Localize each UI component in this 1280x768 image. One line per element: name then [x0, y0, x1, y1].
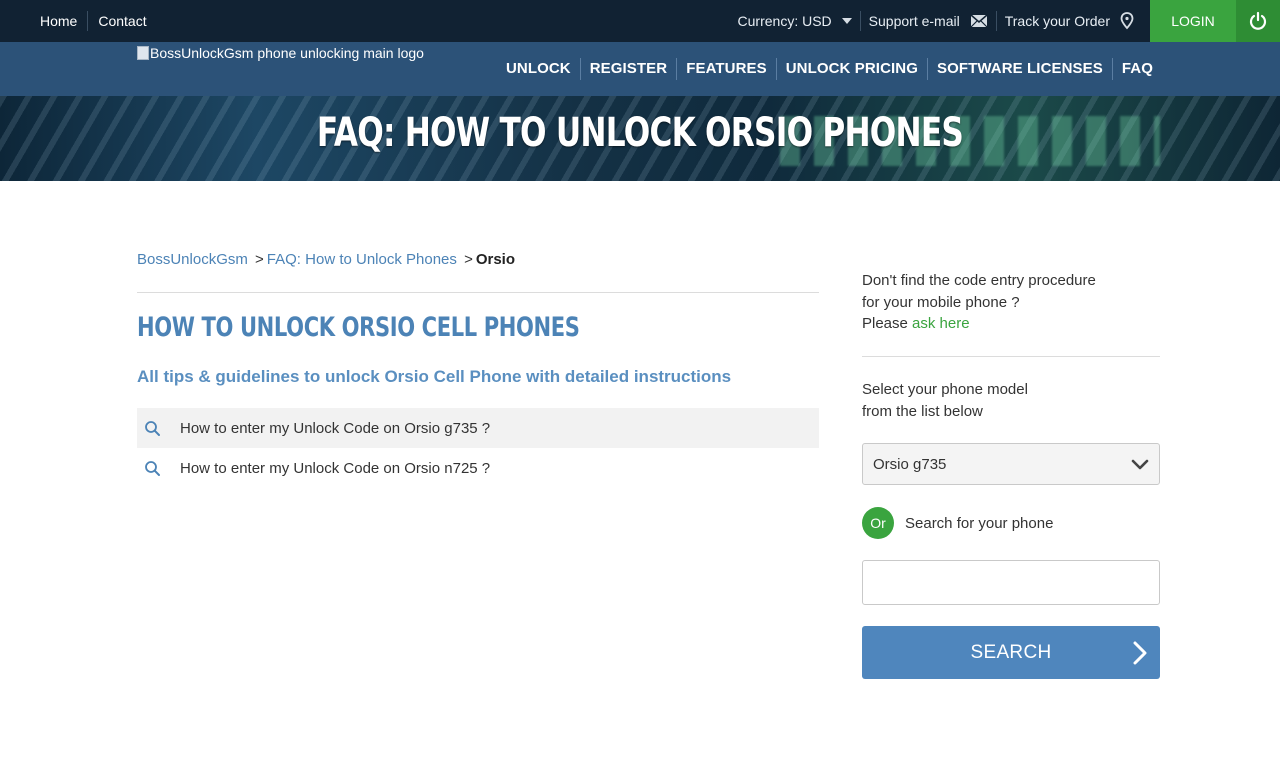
help-text-line: Don't find the code entry procedure — [862, 272, 1096, 289]
help-text-line: Please ask here — [862, 313, 1160, 335]
chevron-down-icon — [1131, 456, 1149, 476]
faq-item-label: How to enter my Unlock Code on Orsio n72… — [180, 459, 491, 477]
contact-link[interactable]: Contact — [87, 11, 156, 31]
select-instructions-line: from the list below — [862, 402, 983, 420]
main-navbar: BossUnlockGsm phone unlocking main logo … — [0, 42, 1280, 96]
breadcrumb-home-link[interactable]: BossUnlockGsm — [137, 251, 248, 268]
ask-here-link[interactable]: ask here — [912, 315, 970, 332]
chevron-right-icon — [1132, 640, 1148, 672]
page-banner: FAQ: HOW TO UNLOCK ORSIO PHONES — [0, 96, 1280, 181]
sidebar: Don't find the code entry procedure for … — [862, 270, 1160, 679]
support-email-link[interactable]: Support e-mail — [859, 11, 996, 31]
search-icon — [137, 460, 180, 477]
breadcrumb-faq-link[interactable]: FAQ: How to Unlock Phones — [267, 251, 457, 268]
search-button[interactable]: SEARCH — [862, 626, 1160, 679]
select-instructions: Select your phone model from the list be… — [862, 379, 1028, 422]
nav-register[interactable]: REGISTER — [579, 58, 676, 80]
nav-unlock[interactable]: UNLOCK — [497, 58, 580, 80]
top-bar-right: Currency: USD Support e-mail Track your … — [730, 0, 1280, 42]
logo-alt-text: BossUnlockGsm phone unlocking main logo — [150, 45, 424, 61]
broken-image-icon — [137, 46, 149, 60]
nav-faq[interactable]: FAQ — [1111, 58, 1162, 80]
faq-list: How to enter my Unlock Code on Orsio g73… — [137, 408, 819, 488]
breadcrumb-separator: > — [464, 251, 473, 268]
support-email-label: Support e-mail — [868, 13, 960, 29]
faq-item-label: How to enter my Unlock Code on Orsio g73… — [180, 419, 491, 437]
nav-software-licenses[interactable]: SOFTWARE LICENSES — [926, 58, 1112, 80]
currency-selector[interactable]: Currency: USD — [730, 11, 860, 31]
breadcrumb-current: Orsio — [475, 251, 516, 268]
breadcrumb-separator: > — [255, 251, 264, 268]
phone-model-selected: Orsio g735 — [873, 455, 947, 473]
nav-unlock-pricing[interactable]: UNLOCK PRICING — [775, 58, 927, 80]
nav-features[interactable]: FEATURES — [676, 58, 776, 80]
page-title: HOW TO UNLOCK ORSIO CELL PHONES — [137, 312, 580, 343]
search-label: Search for your phone — [905, 514, 1054, 532]
faq-item-orsio-n725[interactable]: How to enter my Unlock Code on Orsio n72… — [137, 448, 819, 488]
phone-search-input[interactable] — [862, 560, 1160, 605]
track-order-link[interactable]: Track your Order — [995, 11, 1142, 31]
top-bar-left-links: Home Contact — [30, 0, 157, 42]
divider — [862, 356, 1160, 357]
breadcrumb: BossUnlockGsm > FAQ: How to Unlock Phones… — [137, 251, 515, 268]
or-search-row: Or Search for your phone — [862, 507, 1053, 539]
page-subtitle: All tips & guidelines to unlock Orsio Ce… — [137, 367, 732, 386]
envelope-icon — [970, 14, 988, 28]
or-badge: Or — [862, 507, 894, 539]
faq-item-orsio-g735[interactable]: How to enter my Unlock Code on Orsio g73… — [137, 408, 819, 448]
select-instructions-line: Select your phone model — [862, 381, 1028, 398]
help-please: Please — [862, 315, 908, 332]
track-order-label: Track your Order — [1004, 13, 1110, 29]
help-text-line: for your mobile phone ? — [862, 293, 1020, 311]
caret-down-icon — [841, 18, 852, 24]
top-bar: Home Contact Currency: USD Support e-mai… — [0, 0, 1280, 42]
location-pin-icon — [1120, 12, 1134, 30]
main-nav-menu: UNLOCK REGISTER FEATURES UNLOCK PRICING … — [497, 58, 1162, 80]
search-icon — [137, 420, 180, 437]
login-button[interactable]: LOGIN — [1150, 0, 1236, 42]
help-text: Don't find the code entry procedure for … — [862, 270, 1160, 335]
divider — [137, 292, 819, 293]
power-icon[interactable] — [1236, 0, 1280, 42]
phone-model-select[interactable]: Orsio g735 — [862, 443, 1160, 485]
site-logo[interactable]: BossUnlockGsm phone unlocking main logo — [137, 45, 424, 61]
search-button-label: SEARCH — [970, 641, 1052, 663]
currency-label: Currency: USD — [737, 13, 832, 29]
home-link[interactable]: Home — [30, 11, 87, 31]
banner-title: FAQ: HOW TO UNLOCK ORSIO PHONES — [316, 110, 964, 156]
